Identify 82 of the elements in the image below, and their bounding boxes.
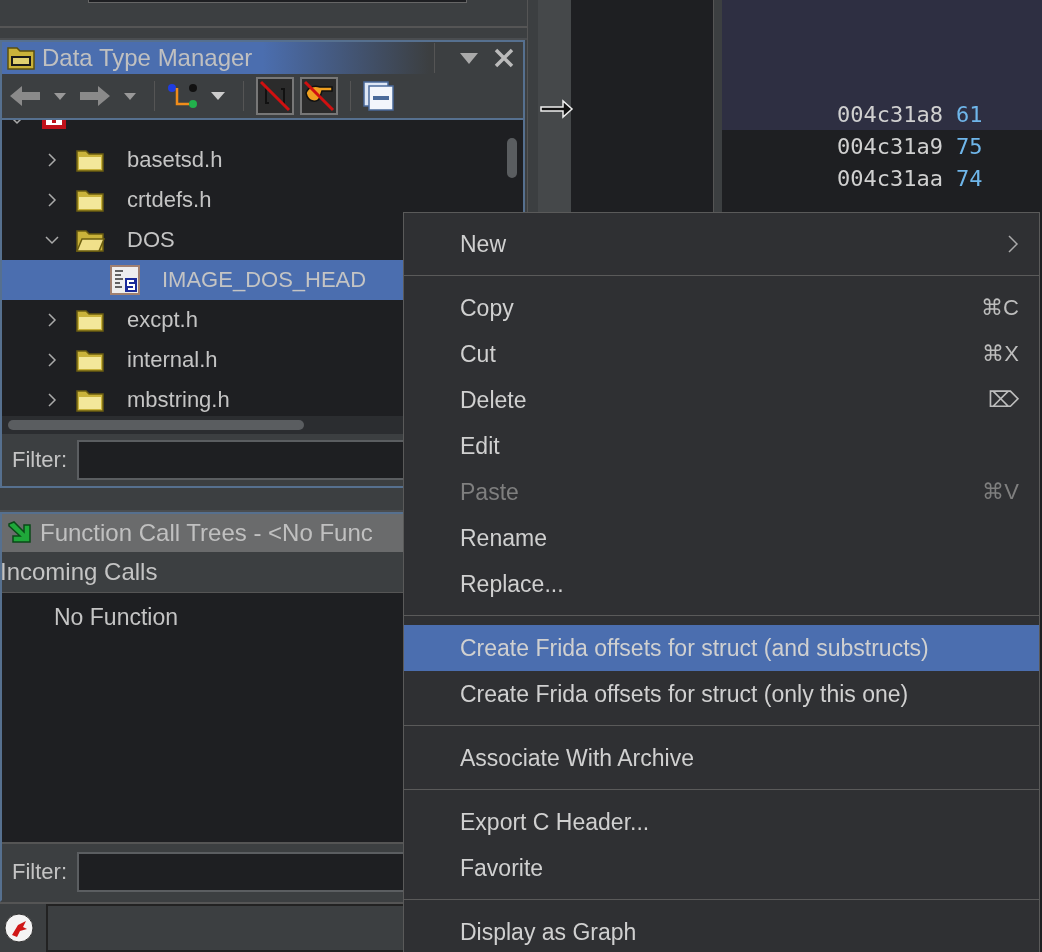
tree-item-label: excpt.h [127, 307, 198, 333]
dropdown-caret-icon[interactable] [211, 92, 225, 100]
filter-label: Filter: [12, 447, 67, 473]
tree-item-label: crtdefs.h [127, 187, 212, 213]
logo-icon [4, 913, 34, 943]
expand-chevron-icon[interactable] [45, 153, 59, 167]
dropdown-caret-icon[interactable] [124, 92, 136, 100]
tree-item-label: IMAGE_DOS_HEAD [162, 267, 367, 293]
menu-item[interactable]: Create Frida offsets for struct (only this one) [404, 671, 1039, 717]
collapse-all-icon[interactable] [363, 81, 395, 111]
dropdown-caret-icon[interactable] [54, 92, 66, 100]
menu-item[interactable]: Associate With Archive [404, 735, 1039, 781]
expand-chevron-icon[interactable] [45, 313, 59, 327]
panel-title: Data Type Manager [42, 44, 253, 72]
menu-item[interactable]: Delete ⌦ [404, 377, 1039, 423]
dropdown-caret-icon[interactable] [459, 51, 479, 65]
section-label: Incoming Calls [0, 558, 158, 586]
menu-item-label: Create Frida offsets for struct (and substructs) [460, 634, 929, 662]
toggle-button[interactable] [300, 77, 338, 115]
forward-arrow-icon[interactable] [78, 84, 112, 108]
listing-row[interactable]: 004c31a9 75 [722, 130, 1042, 162]
address: 004c31aa [837, 165, 943, 191]
shortcut: ⌘V [982, 479, 1019, 505]
expand-chevron-icon[interactable] [45, 193, 59, 207]
shortcut: ⌘C [981, 295, 1019, 321]
brackets-crossed-icon [258, 79, 292, 113]
toggle-button[interactable] [256, 77, 294, 115]
menu-item-label: Replace... [460, 570, 564, 598]
panel-title: Function Call Trees - <No Func [40, 519, 373, 547]
listing-row[interactable]: 004c31a8 61 [722, 98, 1042, 130]
tree-item-label: basetsd.h [127, 147, 223, 173]
filter-label: Filter: [12, 859, 67, 885]
collapse-chevron-icon[interactable] [45, 233, 59, 247]
menu-item[interactable]: Rename [404, 515, 1039, 561]
scrollbar-thumb[interactable] [8, 420, 304, 430]
menu-item-label: Cut [460, 340, 496, 368]
menu-item[interactable]: Replace... [404, 561, 1039, 607]
address: 004c31a9 [837, 133, 943, 159]
expand-chevron-icon[interactable] [45, 353, 59, 367]
tree-item[interactable]: basetsd.h [2, 140, 523, 180]
shortcut: ⌦ [988, 387, 1019, 413]
folder-icon [75, 387, 105, 413]
pointing-hand-crossed-icon [302, 79, 336, 113]
close-icon[interactable] [493, 47, 515, 69]
shortcut: ⌘X [982, 341, 1019, 367]
menu-item-label: Rename [460, 524, 547, 552]
menu-item-label: Associate With Archive [460, 744, 694, 772]
back-arrow-icon[interactable] [8, 84, 42, 108]
scrollbar-thumb[interactable] [507, 138, 517, 178]
byte-value: 74 [955, 165, 983, 191]
folder-icon [75, 307, 105, 333]
folder-icon [6, 45, 36, 71]
folder-icon [75, 347, 105, 373]
menu-item-label: Create Frida offsets for struct (only this one) [460, 680, 909, 708]
tree-item-label: mbstring.h [127, 387, 230, 413]
byte-value: 61 [955, 101, 983, 127]
menu-item[interactable]: Favorite [404, 845, 1039, 891]
address: 004c31a8 [837, 101, 943, 127]
tree-item-label: DOS [127, 227, 175, 253]
cursor-arrow-icon [540, 99, 574, 119]
arrow-icon [6, 520, 34, 546]
tree-item[interactable]: crtdefs.h [2, 180, 523, 220]
menu-item-label: Export C Header... [460, 808, 650, 836]
expand-chevron-icon[interactable] [45, 393, 59, 407]
open-folder-icon [75, 227, 105, 253]
byte-value: 75 [955, 133, 983, 159]
folder-icon [75, 147, 105, 173]
menu-item-label: Edit [460, 432, 500, 460]
merge-icon[interactable] [167, 82, 199, 110]
structure-icon [110, 265, 140, 295]
menu-item-label: Favorite [460, 854, 544, 882]
menu-item-label: Paste [460, 478, 519, 506]
menu-item[interactable]: Cut ⌘X [404, 331, 1039, 377]
menu-item[interactable]: Display as Graph [404, 909, 1039, 952]
menu-item-label: Delete [460, 386, 527, 414]
listing-row[interactable]: 004c31aa 74 [722, 162, 1042, 194]
menu-item-label: New [460, 230, 506, 258]
folder-icon [75, 187, 105, 213]
menu-item[interactable]: Export C Header... [404, 799, 1039, 845]
menu-item[interactable]: Edit [404, 423, 1039, 469]
tree-item-label: internal.h [127, 347, 218, 373]
menu-item-label: Display as Graph [460, 918, 637, 946]
